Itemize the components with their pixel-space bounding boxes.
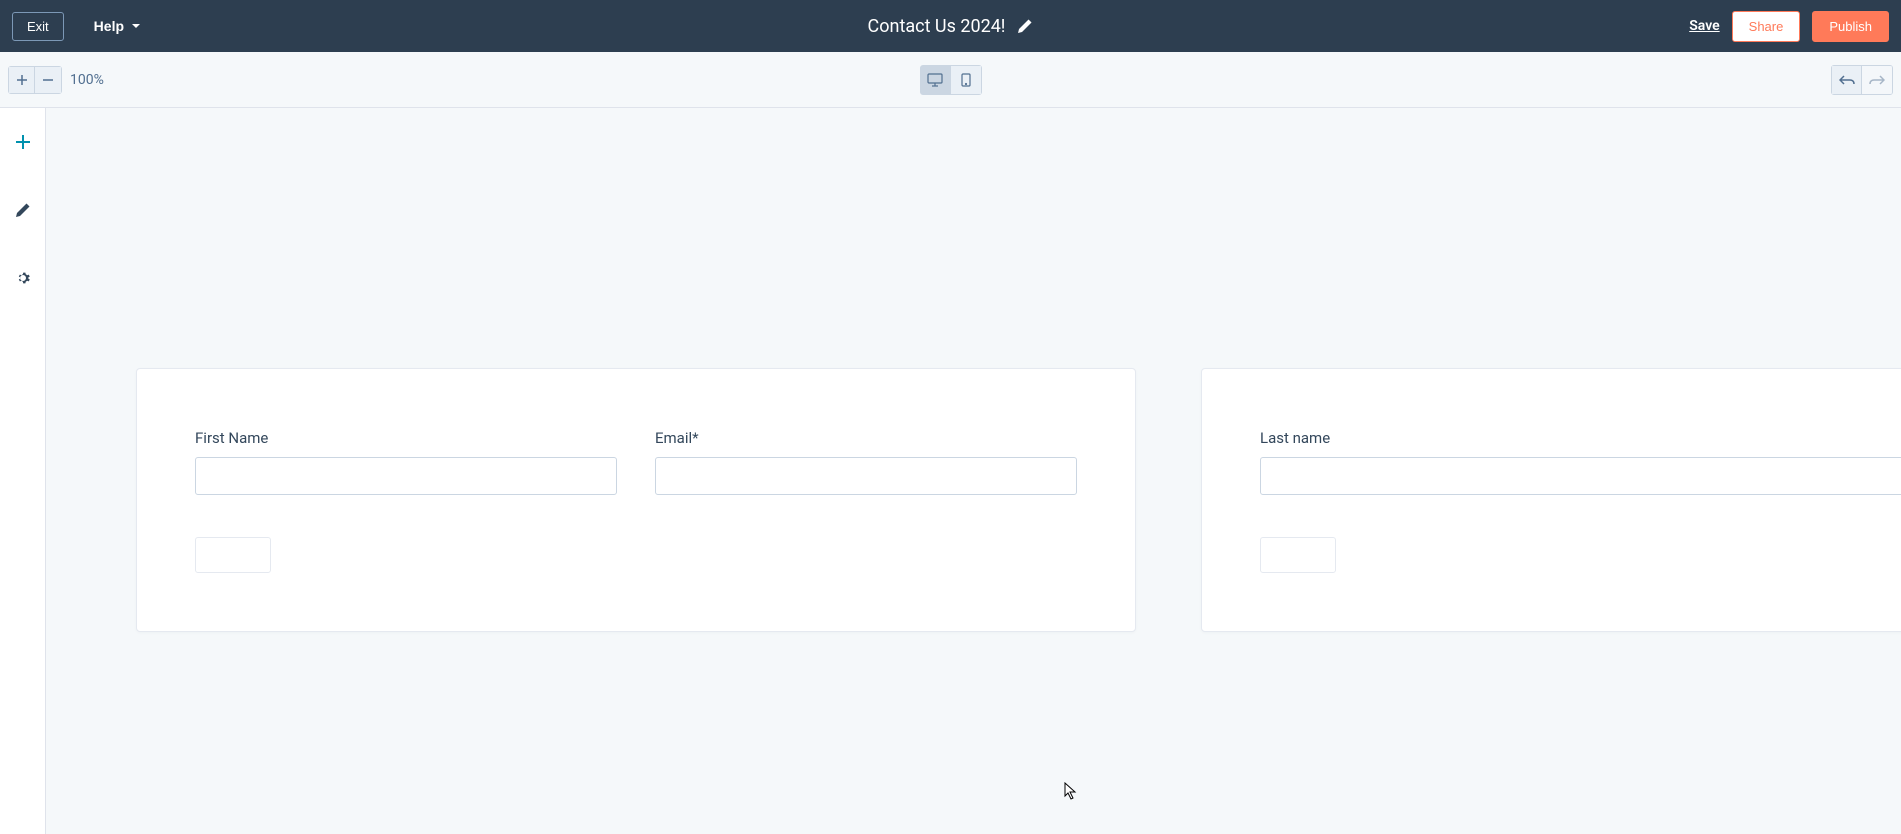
last-name-label: Last name bbox=[1260, 429, 1901, 447]
header-center-group: Contact Us 2024! bbox=[868, 16, 1034, 37]
gear-icon bbox=[15, 270, 31, 286]
desktop-icon bbox=[927, 73, 943, 87]
field-group-firstname: First Name bbox=[195, 429, 617, 495]
zoom-out-button[interactable] bbox=[35, 67, 61, 93]
toolbar: 100% bbox=[0, 52, 1901, 108]
publish-button[interactable]: Publish bbox=[1812, 11, 1889, 42]
first-name-label: First Name bbox=[195, 429, 617, 447]
zoom-button-group bbox=[8, 66, 62, 94]
header-right-group: Save Share Publish bbox=[1689, 11, 1889, 42]
chevron-down-icon bbox=[130, 20, 142, 32]
form-card-2[interactable]: Last name bbox=[1201, 368, 1901, 632]
plus-icon bbox=[14, 133, 32, 151]
redo-button[interactable] bbox=[1862, 66, 1892, 94]
email-label: Email* bbox=[655, 429, 1077, 447]
main-container: First Name Email* Last name bbox=[0, 108, 1901, 834]
last-name-input[interactable] bbox=[1260, 457, 1901, 495]
zoom-controls: 100% bbox=[8, 66, 104, 94]
mobile-view-button[interactable] bbox=[951, 66, 981, 94]
settings-button[interactable] bbox=[9, 264, 37, 292]
mouse-cursor-icon bbox=[1064, 782, 1078, 800]
zoom-level-label: 100% bbox=[70, 72, 104, 88]
undo-button[interactable] bbox=[1832, 66, 1862, 94]
exit-button[interactable]: Exit bbox=[12, 12, 64, 41]
pencil-icon bbox=[15, 202, 31, 218]
history-controls bbox=[1831, 65, 1893, 95]
left-sidebar bbox=[0, 108, 46, 834]
form-card-1[interactable]: First Name Email* bbox=[136, 368, 1136, 632]
field-row: First Name Email* bbox=[195, 429, 1077, 495]
device-toggle-group bbox=[920, 65, 982, 95]
email-input[interactable] bbox=[655, 457, 1077, 495]
canvas[interactable]: First Name Email* Last name bbox=[46, 108, 1901, 834]
help-menu-button[interactable]: Help bbox=[94, 18, 142, 34]
page-title: Contact Us 2024! bbox=[868, 16, 1006, 37]
first-name-input[interactable] bbox=[195, 457, 617, 495]
undo-icon bbox=[1839, 74, 1855, 86]
redo-icon bbox=[1869, 74, 1885, 86]
field-group-lastname: Last name bbox=[1260, 429, 1901, 495]
desktop-view-button[interactable] bbox=[921, 66, 951, 94]
plus-icon bbox=[16, 74, 28, 86]
edit-tool-button[interactable] bbox=[9, 196, 37, 224]
add-block-button[interactable] bbox=[9, 128, 37, 156]
field-row: Last name bbox=[1260, 429, 1901, 495]
mobile-icon bbox=[961, 73, 971, 87]
submit-button-placeholder-2[interactable] bbox=[1260, 537, 1336, 573]
field-group-email: Email* bbox=[655, 429, 1077, 495]
edit-title-icon[interactable] bbox=[1017, 18, 1033, 34]
help-label: Help bbox=[94, 18, 124, 34]
save-link[interactable]: Save bbox=[1689, 18, 1719, 34]
top-header: Exit Help Contact Us 2024! Save Share Pu… bbox=[0, 0, 1901, 52]
zoom-in-button[interactable] bbox=[9, 67, 35, 93]
header-left-group: Exit Help bbox=[12, 12, 142, 41]
share-button[interactable]: Share bbox=[1732, 11, 1801, 42]
form-row: First Name Email* Last name bbox=[136, 368, 1811, 632]
submit-button-placeholder-1[interactable] bbox=[195, 537, 271, 573]
minus-icon bbox=[42, 74, 54, 86]
